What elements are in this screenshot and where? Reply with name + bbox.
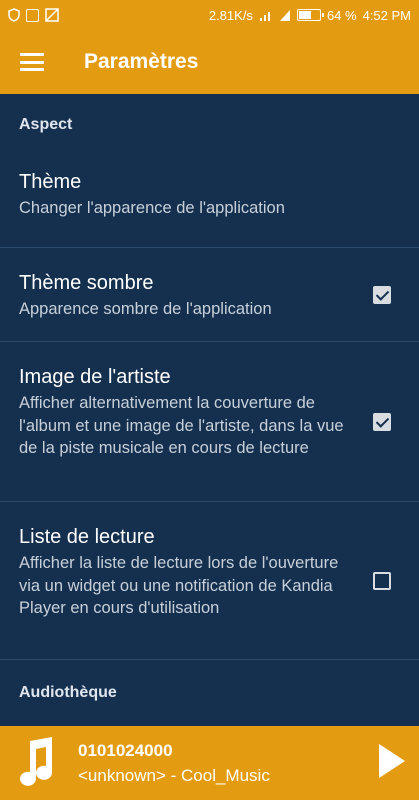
page-title: Paramètres bbox=[84, 50, 199, 73]
music-note-icon bbox=[20, 737, 52, 786]
app-bar: Paramètres bbox=[0, 30, 419, 94]
play-icon[interactable] bbox=[379, 744, 405, 778]
setting-title: Thème bbox=[19, 171, 82, 193]
hamburger-menu-icon[interactable] bbox=[20, 53, 44, 71]
battery-icon bbox=[296, 9, 324, 21]
section-header-audiotheque: Audiothèque bbox=[19, 684, 117, 701]
track-title: 0101024000 bbox=[78, 740, 173, 760]
setting-theme[interactable]: Thème Changer l'apparence de l'applicati… bbox=[0, 156, 419, 248]
wifi-icon bbox=[259, 11, 270, 21]
setting-summary: Afficher la liste de lecture lors de l'o… bbox=[19, 554, 339, 617]
setting-summary: Changer l'apparence de l'application bbox=[19, 199, 285, 217]
setting-artist-image[interactable]: Image de l'artiste Afficher alternativem… bbox=[0, 342, 419, 502]
network-speed: 2.81K/s bbox=[208, 7, 253, 23]
setting-title: Thème sombre bbox=[19, 272, 154, 294]
now-playing-bar[interactable]: 0101024000 <unknown> - Cool_Music bbox=[0, 726, 419, 800]
setting-dark-theme[interactable]: Thème sombre Apparence sombre de l'appli… bbox=[0, 248, 419, 342]
section-header-aspect: Aspect bbox=[19, 116, 73, 133]
setting-playlist[interactable]: Liste de lecture Afficher la liste de le… bbox=[0, 502, 419, 660]
battery-percent: 64 % bbox=[326, 7, 357, 23]
clock: 4:52 PM bbox=[362, 7, 411, 23]
shield-icon bbox=[8, 8, 20, 22]
dark-theme-checkbox[interactable] bbox=[373, 285, 391, 304]
setting-summary: Apparence sombre de l'application bbox=[19, 300, 272, 318]
signal-off-icon bbox=[45, 8, 59, 22]
cellular-signal-icon bbox=[279, 9, 290, 21]
setting-title: Image de l'artiste bbox=[19, 366, 171, 388]
track-subtitle: <unknown> - Cool_Music bbox=[78, 765, 270, 785]
sim-icon bbox=[26, 8, 39, 22]
setting-summary: Afficher alternativement la couverture d… bbox=[19, 394, 344, 457]
settings-list[interactable]: Aspect Thème Changer l'apparence de l'ap… bbox=[0, 94, 419, 726]
artist-image-checkbox[interactable] bbox=[373, 412, 391, 431]
playlist-checkbox[interactable] bbox=[373, 571, 391, 590]
setting-title: Liste de lecture bbox=[19, 526, 155, 548]
status-bar: 2.81K/s 64 % 4:52 PM bbox=[0, 0, 419, 30]
